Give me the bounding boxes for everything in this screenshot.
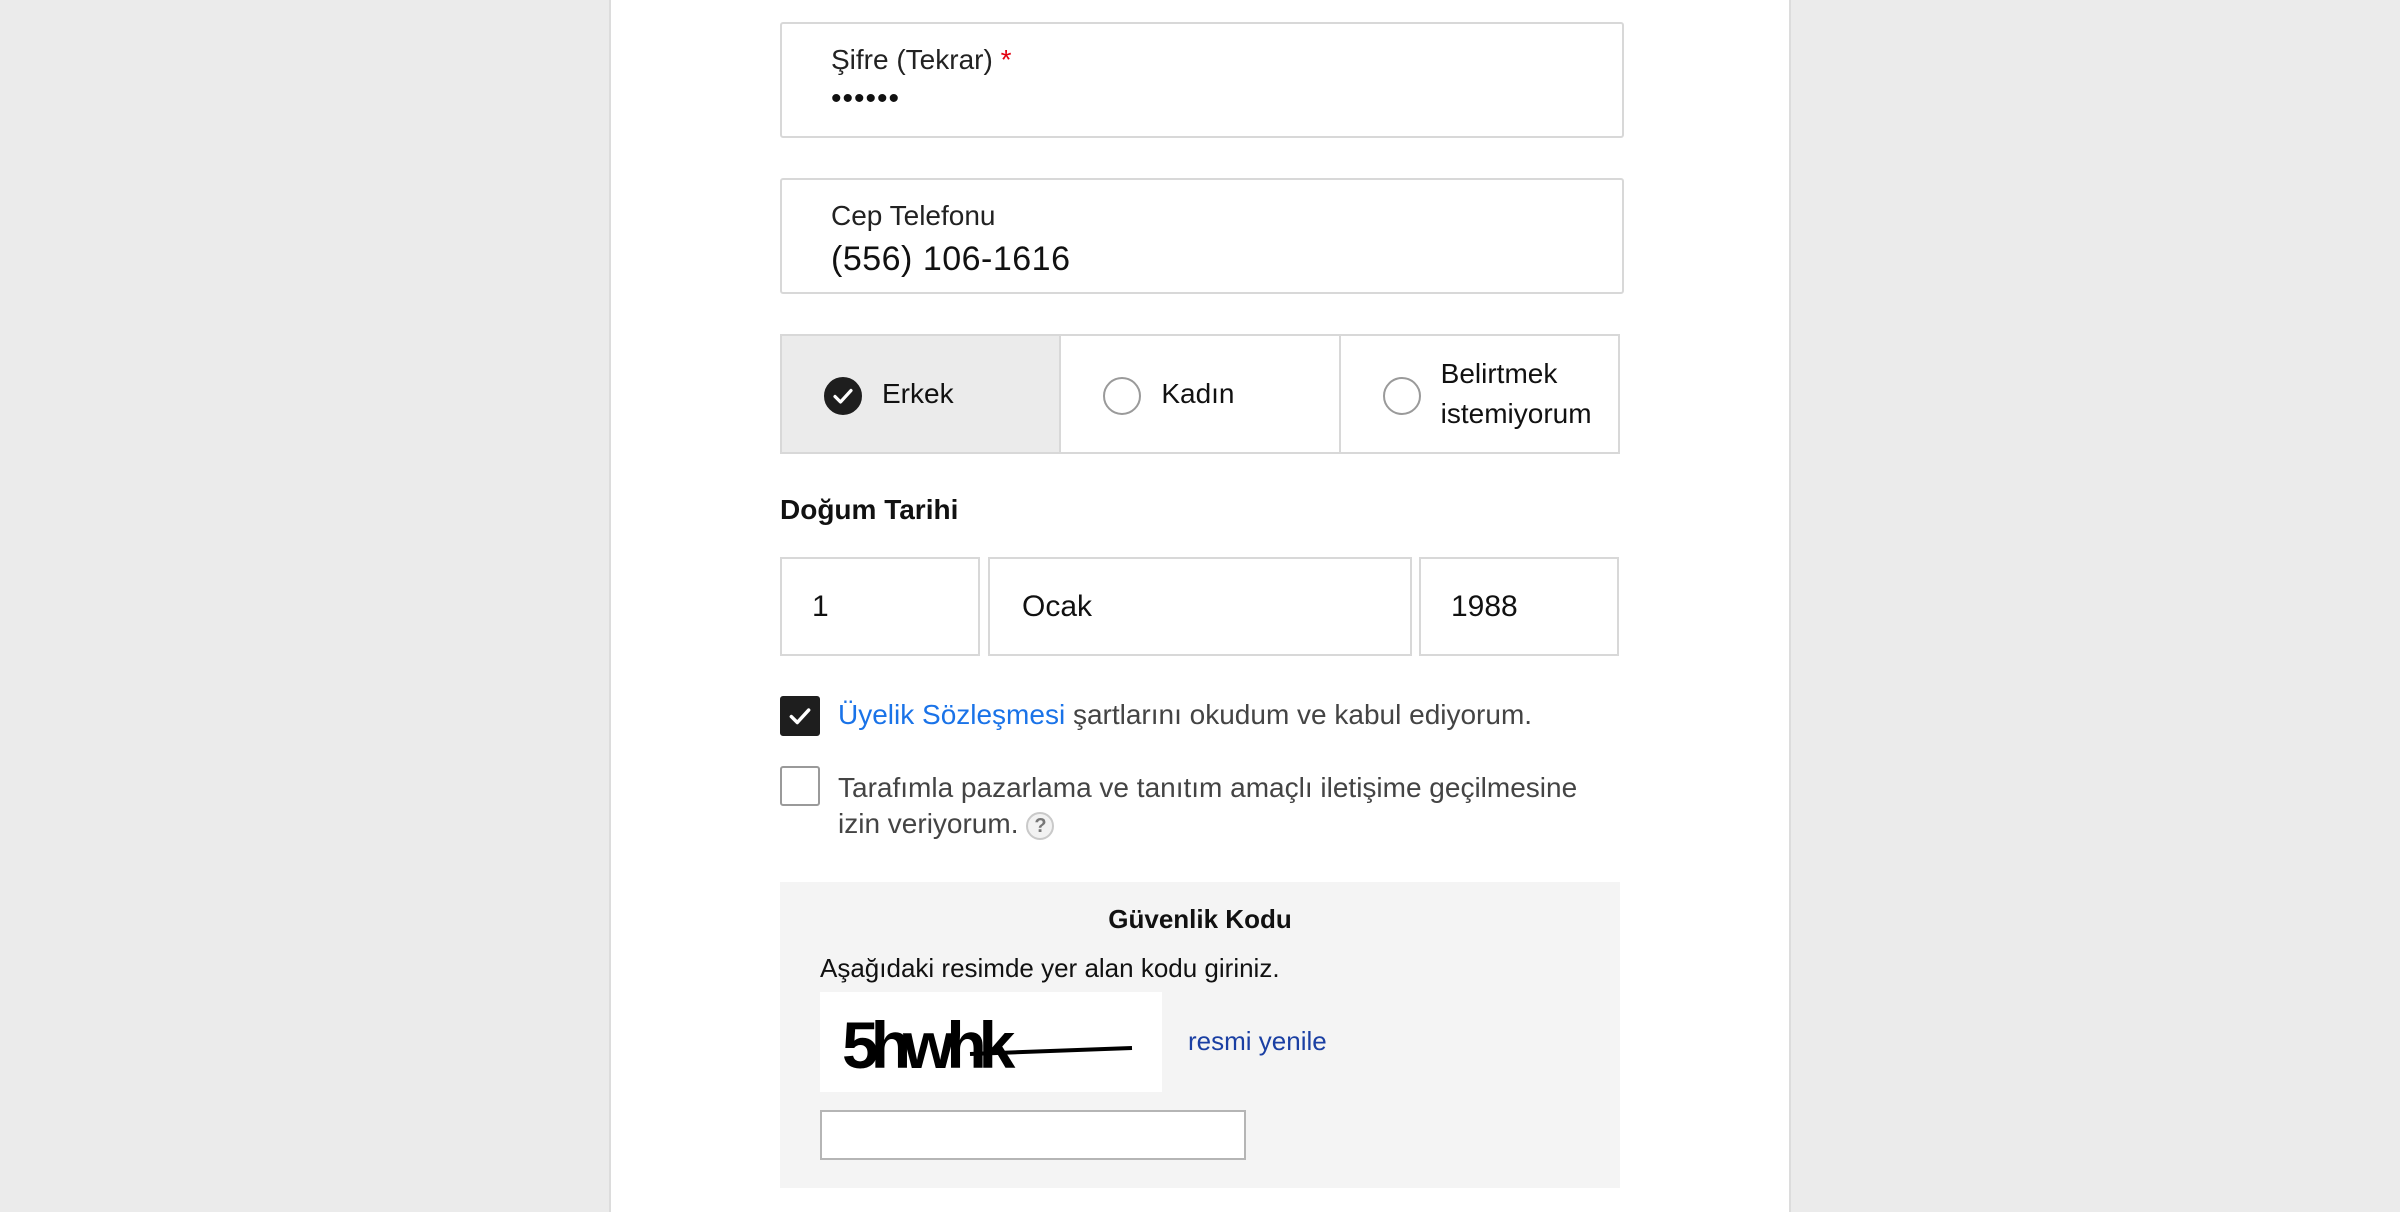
radio-unchecked-icon[interactable] <box>1103 377 1142 415</box>
gender-option-erkek[interactable]: Erkek <box>782 336 1062 452</box>
agreement-text: Üyelik Sözleşmesi şartlarını okudum ve k… <box>838 697 1532 733</box>
gender-label-erkek: Erkek <box>882 378 954 409</box>
gender-label-kadin: Kadın <box>1161 378 1235 409</box>
gender-label-unspecified-line1: Belirtmek <box>1440 358 1558 389</box>
password-repeat-field[interactable]: Şifre (Tekrar) * •••••• <box>780 22 1624 138</box>
help-icon[interactable]: ? <box>1026 811 1055 840</box>
birth-day-value: 1 <box>812 589 829 623</box>
birth-year-select[interactable]: 1988 <box>1419 557 1619 656</box>
marketing-checkbox[interactable] <box>780 766 820 806</box>
checkmark-icon <box>789 708 811 725</box>
gender-label-unspecified: Belirtmek istemiyorum <box>1441 354 1592 434</box>
birth-date-title: Doğum Tarihi <box>780 494 959 525</box>
required-asterisk: * <box>1000 44 1012 75</box>
gender-label-unspecified-line2: istemiyorum <box>1440 398 1592 429</box>
phone-label: Cep Telefonu <box>831 200 996 231</box>
marketing-text-line1: Tarafımla pazarlama ve tanıtım amaçlı il… <box>838 772 1578 803</box>
birth-month-value: Ocak <box>1022 589 1093 623</box>
gender-selector: Erkek Kadın Belirtmek istemiyorum <box>780 334 1620 454</box>
marketing-text-line2: izin veriyorum. <box>838 808 1019 839</box>
marketing-text: Tarafımla pazarlama ve tanıtım amaçlı il… <box>838 770 1577 842</box>
security-code-box: Güvenlik Kodu Aşağıdaki resimde yer alan… <box>780 882 1620 1188</box>
refresh-captcha-link[interactable]: resmi yenile <box>1188 1026 1327 1057</box>
birth-year-value: 1988 <box>1451 589 1518 623</box>
password-repeat-label-text: Şifre (Tekrar) <box>831 44 993 75</box>
agreement-rest-text: şartlarını okudum ve kabul ediyorum. <box>1065 699 1533 730</box>
radio-unchecked-icon[interactable] <box>1382 377 1421 415</box>
radio-checked-icon[interactable] <box>824 377 862 415</box>
gender-option-kadin[interactable]: Kadın <box>1061 336 1341 452</box>
password-repeat-label: Şifre (Tekrar) * <box>831 44 1011 76</box>
captcha-image: 5hwhk <box>820 992 1162 1092</box>
gender-option-unspecified[interactable]: Belirtmek istemiyorum <box>1340 336 1618 452</box>
captcha-text: 5hwhk <box>842 1008 1016 1082</box>
security-code-description: Aşağıdaki resimde yer alan kodu giriniz. <box>820 953 1280 983</box>
phone-value[interactable]: (556) 106-1616 <box>831 240 1071 279</box>
membership-agreement-link[interactable]: Üyelik Sözleşmesi <box>838 699 1065 730</box>
birth-month-select[interactable]: Ocak <box>988 557 1412 656</box>
captcha-input[interactable] <box>820 1110 1246 1160</box>
birth-day-select[interactable]: 1 <box>780 557 980 656</box>
security-code-title: Güvenlik Kodu <box>1108 904 1292 934</box>
agreement-checkbox[interactable] <box>780 696 820 736</box>
password-repeat-value[interactable]: •••••• <box>831 82 900 116</box>
phone-field[interactable]: Cep Telefonu (556) 106-1616 <box>780 178 1624 294</box>
